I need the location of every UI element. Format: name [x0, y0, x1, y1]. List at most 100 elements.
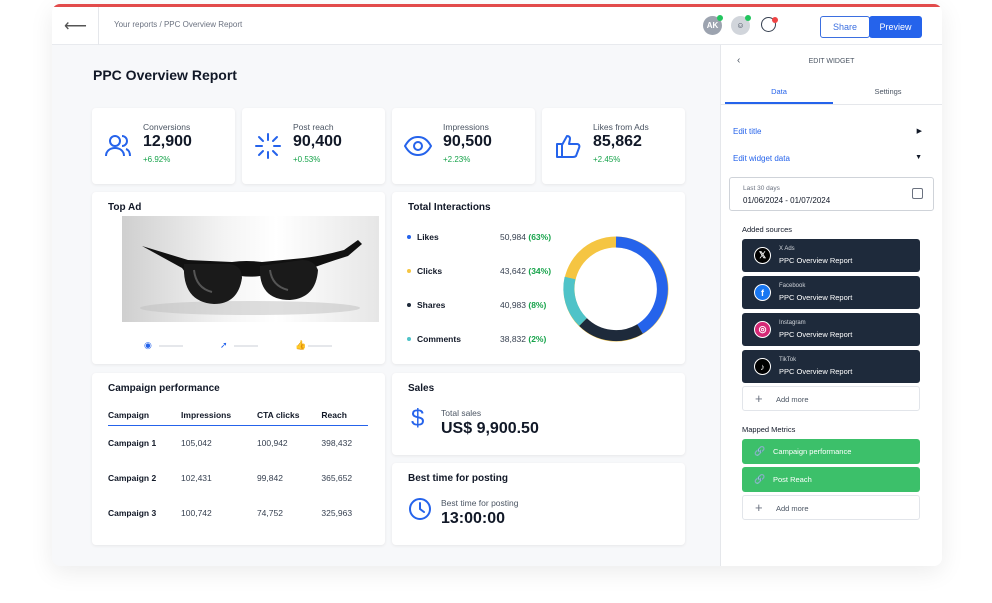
source-network: Facebook	[779, 283, 806, 289]
kpi-card[interactable]: Likes from Ads 85,862 +2.45%	[542, 108, 685, 184]
sales-card[interactable]: Sales $ Total sales US$ 9,900.50	[392, 373, 685, 455]
like-icon: 👍	[295, 340, 307, 350]
avatar-photo[interactable]: ☺	[731, 15, 751, 35]
stat-bar	[159, 345, 183, 347]
table-cell: 100,942	[256, 438, 288, 449]
add-metric-button[interactable]: + Add more	[742, 495, 920, 520]
donut-segment-comments	[563, 276, 588, 326]
campaign-performance-card[interactable]: Campaign performance Campaign Impression…	[92, 373, 385, 545]
column-header[interactable]: Campaign	[108, 404, 182, 426]
tab-data[interactable]: Data	[725, 87, 833, 104]
top-ad-card[interactable]: Top Ad ◉ ➚ 👍	[92, 192, 385, 364]
kpi-delta: +2.23%	[443, 155, 471, 164]
thumbs-up-icon	[556, 135, 581, 158]
back-arrow-icon[interactable]: ⟵	[64, 16, 87, 36]
interaction-value: 50,984 (63%)	[500, 232, 552, 242]
avatar[interactable]: AK	[703, 15, 723, 35]
sunglasses-image	[140, 240, 362, 315]
source-icon: 𝕏	[754, 247, 771, 264]
tab-settings[interactable]: Settings	[834, 87, 942, 96]
share-button[interactable]: Share	[820, 16, 870, 38]
kpi-delta: +2.45%	[593, 155, 621, 164]
source-item[interactable]: f Facebook PPC Overview Report	[742, 276, 920, 309]
sales-value: US$ 9,900.50	[441, 420, 539, 437]
report-canvas: PPC Overview Report Conversions 12,900 +…	[52, 45, 720, 566]
column-header[interactable]: Impressions	[181, 404, 257, 426]
metric-chip[interactable]: 🔗 Campaign performance	[742, 439, 920, 464]
table-cell: 398,432	[321, 438, 353, 449]
table-cell: Campaign 2	[108, 473, 157, 483]
edit-widget-panel: ‹ EDIT WIDGET Data Settings Edit title ▶…	[720, 45, 942, 566]
table-cell: 365,652	[321, 473, 353, 483]
add-source-button[interactable]: + Add more	[742, 386, 920, 411]
link-icon: 🔗	[754, 474, 766, 484]
posting-value: 13:00:00	[441, 510, 506, 527]
chevron-down-icon[interactable]: ▼	[915, 154, 922, 161]
table-cell: Campaign 3	[108, 508, 157, 518]
source-network: Instagram	[779, 320, 806, 326]
date-range-picker[interactable]: Last 30 days 01/06/2024 - 01/07/2024	[729, 177, 934, 211]
preview-button[interactable]: Preview	[869, 16, 922, 38]
plus-icon: +	[755, 500, 763, 515]
legend-dot	[407, 235, 411, 239]
date-value: 01/06/2024 - 01/07/2024	[743, 196, 831, 205]
sales-label: Total sales	[441, 408, 482, 418]
kpi-value: 90,500	[443, 133, 492, 150]
share-icon: ➚	[220, 340, 228, 350]
card-title: Sales	[408, 383, 435, 394]
table-row: Campaign 1 105,042 100,942 398,432	[108, 426, 368, 461]
eye-icon: ◉	[144, 340, 152, 350]
link-icon: 🔗	[754, 446, 766, 456]
interaction-row: Comments 38,832 (2%)	[407, 334, 546, 344]
source-report: PPC Overview Report	[779, 256, 853, 265]
table-cell: 100,742	[181, 508, 212, 518]
avatar-initials: AK	[706, 21, 719, 30]
panel-title: EDIT WIDGET	[808, 58, 855, 65]
kpi-label: Post reach	[293, 122, 334, 132]
kpi-card[interactable]: Conversions 12,900 +6.92%	[92, 108, 235, 184]
donut-segment-likes	[615, 236, 668, 334]
source-network: X Ads	[779, 246, 795, 252]
edit-widget-data-link[interactable]: Edit widget data	[733, 154, 790, 163]
interaction-value: 40,983 (8%)	[500, 300, 547, 310]
calendar-icon	[912, 188, 923, 199]
interaction-row: Shares 40,983 (8%)	[407, 300, 546, 310]
source-icon: ◎	[754, 321, 771, 338]
interaction-row: Likes 50,984 (63%)	[407, 232, 551, 242]
source-item[interactable]: 𝕏 X Ads PPC Overview Report	[742, 239, 920, 272]
source-item[interactable]: ♪ TikTok PPC Overview Report	[742, 350, 920, 383]
breadcrumb[interactable]: Your reports / PPC Overview Report	[114, 20, 242, 29]
column-header[interactable]: Reach	[321, 404, 368, 426]
add-more-label: Add more	[776, 395, 809, 404]
chat-icon[interactable]	[761, 17, 778, 32]
chevron-right-icon[interactable]: ▶	[917, 127, 922, 135]
best-time-card[interactable]: Best time for posting Best time for post…	[392, 463, 685, 545]
stat-bar	[308, 345, 332, 347]
notification-dot	[772, 17, 778, 23]
kpi-card[interactable]: Post reach 90,400 +0.53%	[242, 108, 385, 184]
legend-dot	[407, 337, 411, 341]
edit-title-link[interactable]: Edit title	[733, 127, 761, 136]
kpi-value: 90,400	[293, 133, 342, 150]
total-interactions-card[interactable]: Total Interactions Likes 50,984 (63%) Clic…	[392, 192, 685, 364]
table-cell: 325,963	[321, 508, 353, 518]
column-header[interactable]: CTA clicks	[256, 404, 322, 426]
ad-image	[122, 216, 379, 322]
source-report: PPC Overview Report	[779, 367, 853, 376]
donut-segment-shares	[579, 317, 643, 341]
interaction-label: Comments	[417, 334, 461, 344]
divider	[98, 7, 99, 45]
metric-chip[interactable]: 🔗 Post Reach	[742, 467, 920, 492]
legend-dot	[407, 303, 411, 307]
clock-icon	[409, 498, 431, 520]
posting-label: Best time for posting	[441, 498, 519, 508]
online-dot	[717, 15, 723, 21]
users-icon	[105, 135, 131, 157]
table-cell: 105,042	[181, 438, 212, 449]
campaign-table: Campaign Impressions CTA clicks Reach Ca…	[108, 404, 368, 531]
interaction-label: Clicks	[417, 266, 443, 276]
kpi-card[interactable]: Impressions 90,500 +2.23%	[392, 108, 535, 184]
source-item[interactable]: ◎ Instagram PPC Overview Report	[742, 313, 920, 346]
legend-dot	[407, 269, 411, 273]
metric-label: Campaign performance	[773, 447, 852, 456]
